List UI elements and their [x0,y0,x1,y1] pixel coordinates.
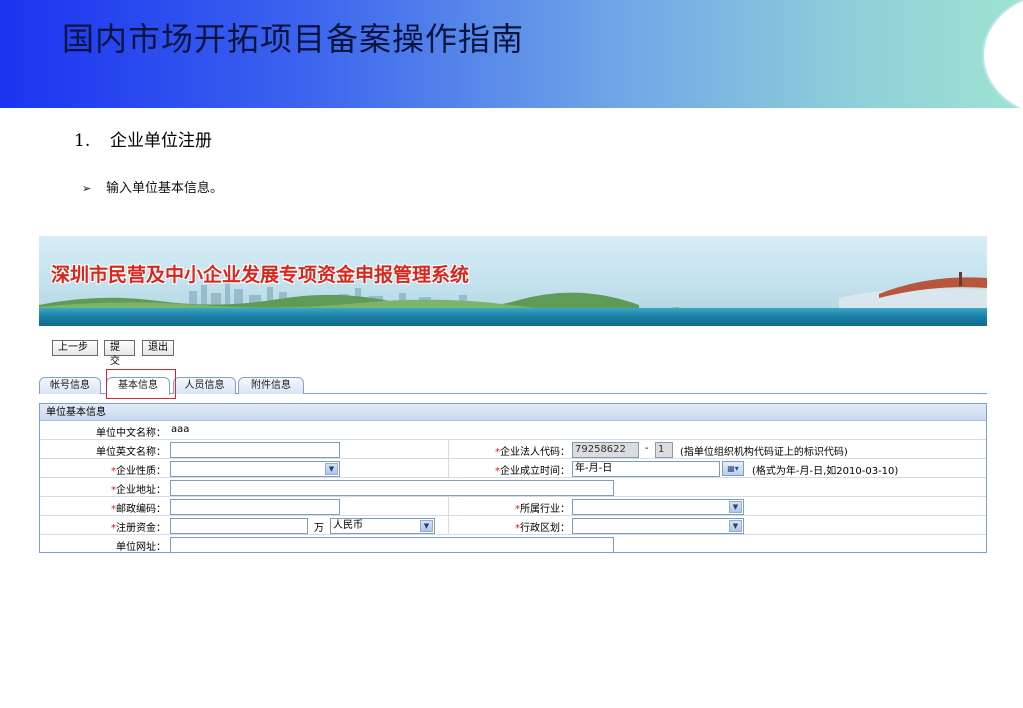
banner-stripe [39,308,987,326]
legal-code-dash: - [645,443,649,454]
tab-highlight-box [106,369,176,399]
form-row-cn-name: 单位中文名称： aaa [40,421,986,440]
exit-button[interactable]: 退出 [142,340,174,356]
chevron-down-icon: ▼ [729,501,742,513]
slide-header: 国内市场开拓项目备案操作指南 [0,0,1023,111]
form-row-website: 单位网址： [40,535,986,554]
industry-label-text: 所属行业： [520,504,570,515]
address-input[interactable] [170,480,614,496]
step-heading: 1. 企业单位注册 [74,126,212,151]
capital-unit: 万 [314,523,324,534]
nature-select[interactable]: ▼ [170,461,340,477]
legal-code-label: *企业法人代码： [448,443,570,458]
founded-hint: (格式为年-月-日,如2010-03-10) [752,466,899,477]
address-label-text: 企业地址： [116,485,166,496]
en-name-label: 单位英文名称： [96,447,166,458]
postcode-input[interactable] [170,499,340,515]
arrow-bullet-icon: ➢ [82,182,92,195]
tab-attachment-info[interactable]: 附件信息 [238,377,304,394]
postcode-label-text: 邮政编码： [116,504,166,515]
form-row-capital: *注册资金： 万 人民币 ▼ *行政区划： ▼ [40,516,986,535]
district-select[interactable]: ▼ [572,518,744,534]
website-label: 单位网址： [116,542,166,553]
en-name-input[interactable] [170,442,340,458]
chevron-down-icon: ▼ [325,463,338,475]
prev-step-button[interactable]: 上一步 [52,340,98,356]
legal-code-label-text: 企业法人代码： [500,447,570,458]
nature-label: *企业性质： [40,462,166,477]
calendar-icon[interactable]: ▦▾ [722,461,744,476]
bullet-text: 输入单位基本信息。 [106,181,224,196]
header-decoration-circle [982,0,1023,111]
founded-label: *企业成立时间： [448,462,570,477]
nature-label-text: 企业性质： [116,466,166,477]
tab-bar: 帐号信息 基本信息 人员信息 附件信息 [39,376,987,395]
tab-account-info[interactable]: 帐号信息 [39,377,101,394]
district-label-text: 行政区划： [520,523,570,534]
address-label: *企业地址： [40,481,166,496]
tab-personnel-info[interactable]: 人员信息 [173,377,236,394]
app-screenshot: 深圳市民营及中小企业发展专项资金申报管理系统 上一步 提交 退出 帐号信息 基本… [39,236,987,554]
legal-code-suffix-input[interactable]: 1 [655,442,673,458]
submit-button[interactable]: 提交 [104,340,135,367]
currency-select[interactable]: 人民币 ▼ [330,518,435,534]
chevron-down-icon: ▼ [729,520,742,532]
stadium-building-graphic [839,272,987,308]
industry-label: *所属行业： [448,500,570,515]
slide-title: 国内市场开拓项目备案操作指南 [62,20,525,58]
app-banner: 深圳市民营及中小企业发展专项资金申报管理系统 [39,236,987,326]
form-section-title: 单位基本信息 [40,404,986,421]
industry-select[interactable]: ▼ [572,499,744,515]
chevron-down-icon: ▼ [420,520,433,532]
bullet-item: ➢ 输入单位基本信息。 [82,177,223,196]
form-row-postcode: *邮政编码： *所属行业： ▼ [40,497,986,516]
founded-label-text: 企业成立时间： [500,466,570,477]
header-divider [0,108,1023,111]
cn-name-value: aaa [171,424,190,435]
currency-select-value: 人民币 [333,520,363,531]
step-number: 1. [74,131,91,151]
capital-label: *注册资金： [40,519,166,534]
capital-input[interactable] [170,518,308,534]
cn-name-label: 单位中文名称： [96,428,166,439]
legal-code-input[interactable]: 79258622 [572,442,639,458]
capital-label-text: 注册资金： [116,523,166,534]
system-title: 深圳市民营及中小企业发展专项资金申报管理系统 [51,264,470,286]
form-row-en-name: 单位英文名称： *企业法人代码： 79258622 - 1 (指单位组织机构代码… [40,440,986,459]
slide: 国内市场开拓项目备案操作指南 1. 企业单位注册 ➢ 输入单位基本信息。 深圳市… [0,0,1023,708]
basic-info-form: 单位基本信息 单位中文名称： aaa 单位英文名称： *企业法人代码： 7925… [39,403,987,553]
founded-date-input[interactable]: 年-月-日 [572,461,720,477]
district-label: *行政区划： [448,519,570,534]
form-row-nature: *企业性质： ▼ *企业成立时间： 年-月-日 ▦▾ (格式为年-月-日,如20… [40,459,986,478]
step-title: 企业单位注册 [110,131,212,151]
website-input[interactable] [170,537,614,553]
postcode-label: *邮政编码： [40,500,166,515]
form-row-address: *企业地址： [40,478,986,497]
legal-code-hint: (指单位组织机构代码证上的标识代码) [680,447,848,458]
